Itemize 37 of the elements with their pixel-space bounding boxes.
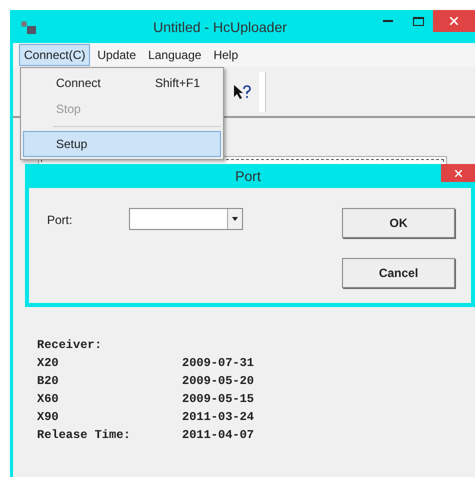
dropdown-item[interactable]: Connect Shift+F1: [23, 70, 221, 96]
menu-item[interactable]: Help: [208, 44, 244, 66]
menu-item[interactable]: Update: [92, 44, 142, 66]
port-select[interactable]: [129, 208, 243, 230]
dropdown-item[interactable]: Setup: [23, 131, 221, 157]
close-icon: [454, 170, 462, 176]
dialog-button[interactable]: OK: [342, 208, 455, 238]
receiver-label: X90: [37, 409, 60, 425]
receiver-date: 2009-05-20: [182, 373, 256, 389]
item-label: Stop: [56, 102, 82, 116]
receiver-label: B20: [37, 373, 60, 389]
minimize-icon: [383, 20, 393, 22]
receiver-heading: Receiver:: [37, 337, 103, 353]
receiver-label: X20: [37, 355, 60, 371]
item-shortcut: Shift+F1: [154, 76, 200, 90]
field-label: Port:: [47, 213, 74, 229]
dialog-title: Port: [234, 168, 262, 184]
receiver-label: X60: [37, 391, 60, 407]
receiver-date: 2009-05-15: [182, 391, 256, 407]
receiver-date: 2009-07-31: [182, 355, 256, 371]
maximize-icon: [412, 16, 424, 26]
receiver-label: Release Time:: [37, 427, 132, 443]
dialog-button[interactable]: Cancel: [342, 258, 455, 288]
item-label: Connect: [56, 76, 102, 90]
window-title: Untitled - HcUploader: [152, 18, 288, 34]
menu-item[interactable]: Language: [143, 44, 206, 66]
toolbar-separator: [259, 72, 266, 112]
receiver-date: 2011-03-24: [182, 409, 256, 425]
menu-item[interactable]: Connect(C): [19, 44, 90, 66]
close-button[interactable]: [441, 164, 475, 182]
help-cursor-icon[interactable]: [233, 84, 251, 100]
close-icon: [450, 17, 458, 25]
receiver-date: 2011-04-07: [182, 427, 256, 443]
caret-icon: [232, 217, 238, 221]
close-button[interactable]: [433, 10, 475, 32]
item-label: Setup: [56, 137, 88, 151]
app-icon: [19, 18, 37, 34]
